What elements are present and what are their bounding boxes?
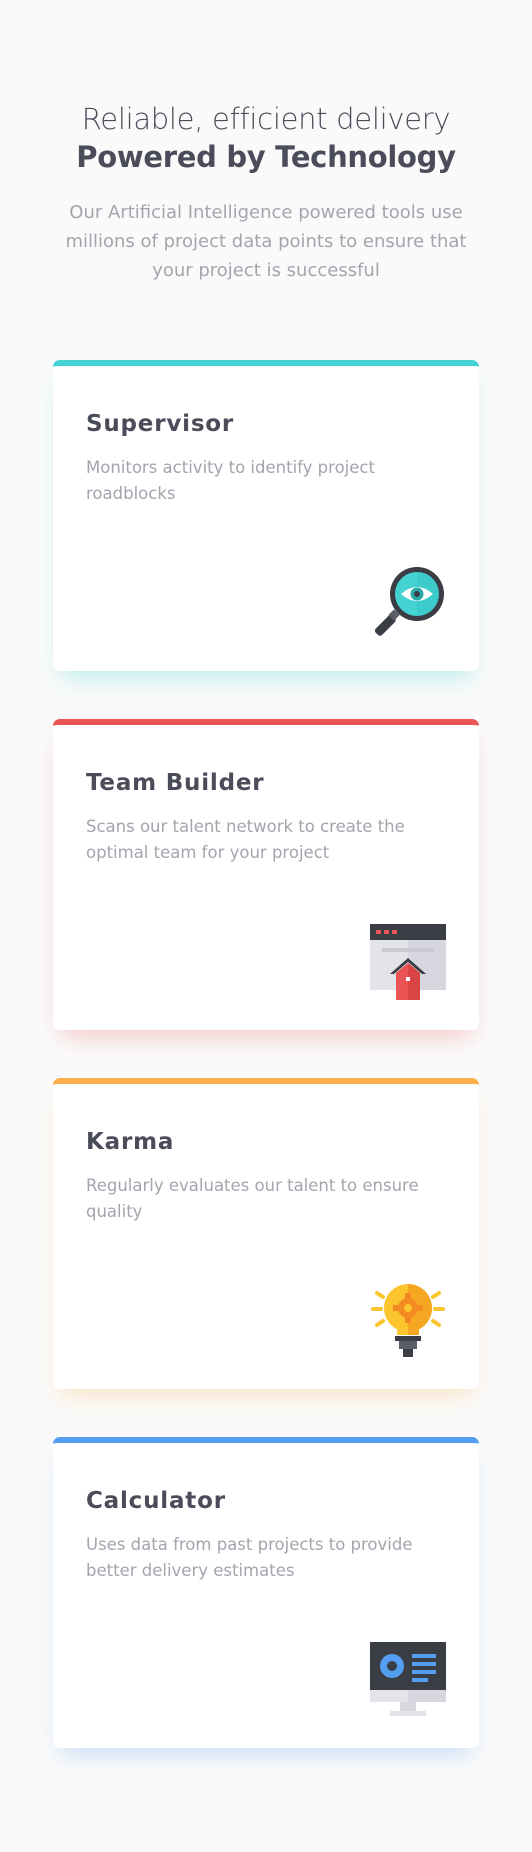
hero-heading-bold: Powered by Technology [76, 140, 456, 174]
hero-heading-light: Reliable, efficient delivery [81, 102, 451, 136]
card-supervisor: Supervisor Monitors activity to identify… [53, 360, 479, 671]
card-description: Monitors activity to identify project ro… [86, 458, 375, 503]
card-title: Karma [86, 1129, 175, 1155]
browser-house-icon [370, 924, 446, 1000]
lightbulb-icon [370, 1283, 446, 1359]
card-title: Calculator [86, 1488, 226, 1514]
card-title: Supervisor [86, 411, 235, 437]
card-title: Team Builder [86, 770, 265, 796]
computer-monitor-icon [370, 1642, 446, 1718]
card-description: Regularly evaluates our talent to ensure… [86, 1176, 419, 1221]
card-description: Uses data from past projects to provide … [86, 1535, 413, 1580]
hero-subtitle: Our Artificial Intelligence powered tool… [65, 202, 467, 281]
card-description: Scans our talent network to create the o… [86, 817, 405, 862]
card-karma: Karma Regularly evaluates our talent to … [53, 1078, 479, 1389]
card-calculator: Calculator Uses data from past projects … [53, 1437, 479, 1748]
page: Reliable, efficient delivery Powered by … [0, 0, 532, 1852]
feature-cards: Supervisor Monitors activity to identify… [53, 360, 479, 1796]
card-team-builder: Team Builder Scans our talent network to… [53, 719, 479, 1030]
hero-header: Reliable, efficient delivery Powered by … [0, 0, 532, 285]
magnifier-eye-icon [370, 565, 446, 641]
